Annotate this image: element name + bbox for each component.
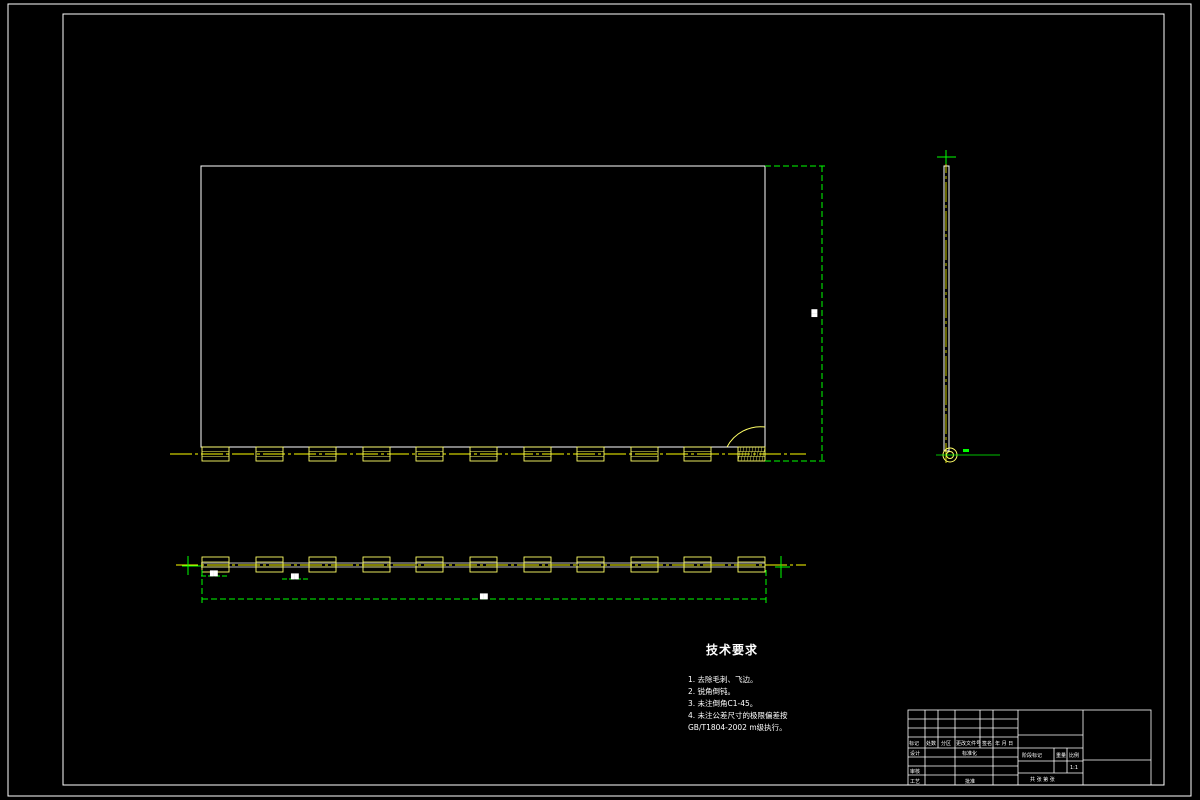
pitch-label: ██: [290, 573, 299, 580]
requirement-item: 3. 未注倒角C1-45。: [688, 699, 758, 708]
front-view: ██: [170, 165, 826, 462]
sheet-inner-border: [62, 13, 1165, 786]
requirement-item: GB/T1804-2002 m级执行。: [688, 723, 787, 732]
tb-approve: 批准: [965, 778, 975, 785]
end-offset-label: ██: [209, 570, 218, 577]
length-dimension-label: ██: [479, 593, 488, 600]
height-dimension-label: ██: [811, 309, 818, 318]
tb-weight: 重量: [1056, 752, 1066, 759]
tb-sign: 签名: [982, 740, 992, 747]
panel-outline: [200, 165, 766, 448]
side-dim-tick: [963, 449, 969, 452]
technical-requirements-list: 1. 去除毛刺、飞边。 2. 锐角倒钝。 3. 未注倒角C1-45。 4. 未注…: [688, 674, 788, 734]
tb-design: 设计: [910, 750, 920, 757]
requirement-item: 2. 锐角倒钝。: [688, 687, 736, 696]
side-panel: [943, 165, 950, 452]
tb-count: 处数: [926, 740, 936, 747]
bottom-view: ██ ██ ██: [176, 556, 806, 603]
tb-review: 审核: [910, 768, 920, 775]
tb-docno: 更改文件号: [956, 740, 981, 747]
tb-mark: 标记: [909, 740, 919, 747]
tb-sheet: 共 张 第 张: [1030, 776, 1055, 783]
tb-scale: 1:1: [1070, 765, 1078, 771]
tb-standard: 标准化: [962, 750, 977, 757]
requirement-item: 4. 未注公差尺寸的极限偏差按: [688, 711, 788, 720]
tb-ratio: 比例: [1069, 752, 1079, 759]
tb-zone: 分区: [941, 740, 951, 747]
cad-drawing: ██ ██ ██ ██ 标记 处数 分区 更改文件号 签名 年 月 日 设计 标…: [7, 3, 1192, 797]
sheet-outer-border: [7, 3, 1192, 797]
side-view: [936, 150, 1000, 465]
technical-requirements-title: 技术要求: [706, 643, 759, 657]
requirement-item: 1. 去除毛刺、飞边。: [688, 675, 758, 684]
tb-stage: 阶段标记: [1022, 752, 1042, 759]
title-block-text: 标记 处数 分区 更改文件号 签名 年 月 日 设计 标准化 审核 工艺 批准 …: [909, 740, 1079, 785]
swing-arc: [726, 426, 766, 448]
title-block: [907, 709, 1152, 786]
title-block-frame: [907, 709, 1152, 786]
tb-craft: 工艺: [910, 779, 920, 785]
tb-date: 年 月 日: [995, 740, 1013, 747]
